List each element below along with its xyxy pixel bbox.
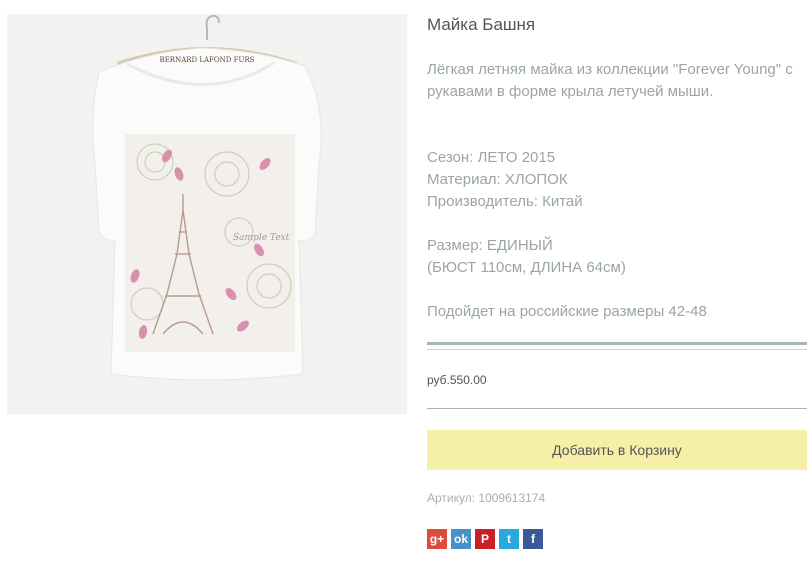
product-image[interactable]: Sample Text BERNARD LAFOND FURS bbox=[7, 14, 407, 414]
share-buttons: g+ ok P t f bbox=[427, 529, 543, 549]
divider bbox=[427, 349, 807, 350]
description-text: Лёгкая летняя майка из коллекции "Foreve… bbox=[427, 61, 793, 100]
svg-text:Sample Text: Sample Text bbox=[233, 233, 290, 243]
twitter-icon[interactable]: t bbox=[499, 529, 519, 549]
size-label: Размер: ЕДИНЫЙ bbox=[427, 237, 553, 254]
size-measurements: (БЮСТ 110см, ДЛИНА 64см) bbox=[427, 259, 626, 276]
pinterest-icon[interactable]: P bbox=[475, 529, 495, 549]
product-size: Размер: ЕДИНЫЙ (БЮСТ 110см, ДЛИНА 64см) bbox=[427, 235, 797, 279]
divider bbox=[427, 342, 807, 345]
spec-manufacturer: Производитель: Китай bbox=[427, 193, 583, 210]
fit-note: Подойдет на российские размеры 42-48 bbox=[427, 303, 707, 320]
odnoklassniki-icon[interactable]: ok bbox=[451, 529, 471, 549]
hanger-label: BERNARD LAFOND FURS bbox=[160, 56, 255, 64]
product-specs: Сезон: ЛЕТО 2015 Материал: ХЛОПОК Произв… bbox=[427, 147, 797, 213]
spec-season: Сезон: ЛЕТО 2015 bbox=[427, 149, 556, 166]
add-to-cart-button[interactable]: Добавить в Корзину bbox=[427, 430, 807, 470]
facebook-icon[interactable]: f bbox=[523, 529, 543, 549]
product-sku: Артикул: 1009613174 bbox=[427, 491, 546, 505]
product-price: руб.550.00 bbox=[427, 373, 487, 387]
product-title: Майка Башня bbox=[427, 15, 536, 34]
google-plus-icon[interactable]: g+ bbox=[427, 529, 447, 549]
divider bbox=[427, 408, 807, 409]
spec-material: Материал: ХЛОПОК bbox=[427, 171, 568, 188]
product-description: Лёгкая летняя майка из коллекции "Foreve… bbox=[427, 59, 797, 103]
